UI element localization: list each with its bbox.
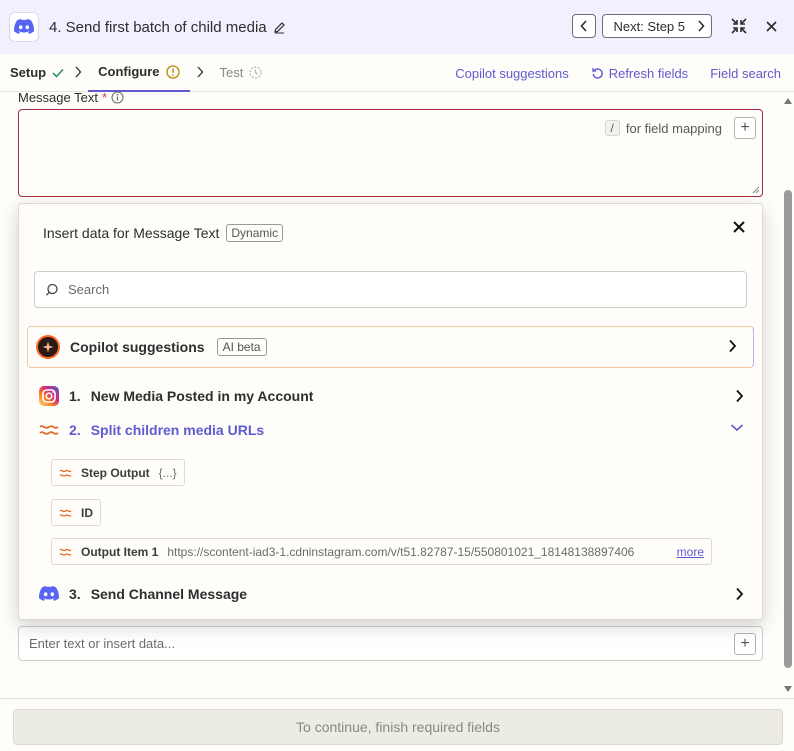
insert-data-popup: Insert data for Message Text Dynamic Sea…: [18, 203, 763, 620]
insert-data-button[interactable]: +: [734, 117, 756, 139]
collapse-icon[interactable]: [726, 13, 752, 39]
chevron-left-icon: [580, 20, 588, 32]
scroll-thumb[interactable]: [784, 190, 792, 668]
formatter-icon: [59, 548, 72, 556]
step-2-name: Split children media URLs: [90, 422, 265, 438]
field-key: Step Output: [81, 465, 150, 480]
tab-setup[interactable]: Setup: [0, 54, 74, 92]
edit-pencil-icon[interactable]: [273, 21, 286, 34]
discord-icon: [9, 12, 39, 42]
tab-configure-label: Configure: [98, 64, 160, 79]
refresh-icon: [592, 67, 603, 79]
field-mapping-hint-text: for field mapping: [625, 120, 722, 136]
info-icon[interactable]: [111, 91, 124, 104]
search-placeholder: Search: [68, 282, 110, 297]
required-marker: *: [101, 90, 108, 105]
message-text-field[interactable]: / for field mapping +: [18, 109, 763, 197]
step-1-number: 1.: [69, 388, 81, 404]
copilot-suggestions-row[interactable]: Copilot suggestions AI beta: [27, 326, 754, 368]
insert-data-button-2[interactable]: +: [734, 633, 756, 655]
more-link[interactable]: more: [677, 545, 704, 559]
copilot-label: Copilot suggestions: [70, 339, 205, 355]
field-search-link[interactable]: Field search: [710, 66, 781, 81]
message-text-label-text: Message Text: [18, 90, 98, 105]
step-2-number: 2.: [69, 422, 81, 438]
tab-test-label: Test: [219, 65, 244, 80]
message-text-label: Message Text *: [18, 90, 124, 105]
chevron-right-icon: [736, 587, 744, 601]
instagram-icon: [39, 386, 59, 406]
popup-title: Insert data for Message Text Dynamic: [43, 224, 284, 242]
previous-step-button[interactable]: [572, 14, 597, 38]
field-pill-step-output[interactable]: Step Output {...}: [51, 459, 185, 486]
step-3-name: Send Channel Message: [90, 586, 248, 602]
formatter-icon: [59, 509, 72, 517]
field-pill-id[interactable]: ID: [51, 499, 101, 526]
formatter-icon: [39, 425, 59, 435]
step-row-2[interactable]: 2. Split children media URLs: [39, 417, 744, 443]
step-tabs: Setup Configure Test Copilot suggestions…: [0, 54, 794, 92]
scroll-down-arrow-icon[interactable]: [784, 686, 792, 692]
ai-beta-badge: AI beta: [216, 338, 267, 356]
step-row-1[interactable]: 1. New Media Posted in my Account: [39, 383, 744, 409]
chevron-down-icon: [730, 424, 744, 432]
field-pill-output-item-1[interactable]: Output Item 1 https://scontent-iad3-1.cd…: [51, 538, 712, 565]
resize-handle-icon[interactable]: [752, 186, 760, 194]
tab-setup-label: Setup: [10, 65, 47, 80]
dynamic-badge: Dynamic: [226, 224, 284, 242]
tab-test[interactable]: Test: [210, 54, 273, 92]
field-mapping-hint: / for field mapping: [604, 120, 722, 136]
copilot-suggestions-link[interactable]: Copilot suggestions: [455, 66, 568, 81]
chevron-right-icon: [74, 65, 82, 81]
step-header: 4. Send first batch of child media Next:…: [0, 0, 794, 54]
formatter-icon: [59, 469, 72, 477]
tab-configure[interactable]: Configure: [88, 54, 190, 92]
continue-button[interactable]: To continue, finish required fields: [13, 709, 783, 745]
text-input-placeholder: Enter text or insert data...: [29, 636, 175, 651]
popup-title-text: Insert data for Message Text: [43, 225, 220, 241]
copilot-sparkle-icon: [36, 335, 60, 359]
field-value: {...}: [158, 465, 177, 480]
text-input-field[interactable]: Enter text or insert data... +: [18, 626, 763, 661]
footer: To continue, finish required fields: [0, 698, 794, 751]
warning-icon: [165, 64, 180, 79]
close-icon[interactable]: [758, 13, 784, 39]
step-3-number: 3.: [69, 586, 81, 602]
search-icon: [45, 283, 58, 296]
refresh-fields-label: Refresh fields: [608, 65, 689, 81]
scroll-up-arrow-icon[interactable]: [784, 98, 792, 104]
chevron-right-icon: [736, 389, 744, 403]
chevron-right-icon: [196, 65, 204, 81]
step-row-3[interactable]: 3. Send Channel Message: [39, 581, 744, 607]
field-key: Output Item 1: [81, 544, 159, 559]
slash-key: /: [604, 120, 620, 136]
next-step-button[interactable]: Next: Step 5: [602, 14, 712, 38]
clock-icon: [249, 66, 262, 79]
step-title: 4. Send first batch of child media: [49, 18, 267, 36]
next-step-label: Next: Step 5: [613, 18, 685, 34]
check-icon: [52, 68, 64, 78]
field-value: https://scontent-iad3-1.cdninstagram.com…: [167, 544, 635, 559]
refresh-fields-link[interactable]: Refresh fields: [591, 66, 688, 81]
discord-icon: [39, 586, 59, 601]
scrollbar[interactable]: [782, 92, 794, 698]
step-1-name: New Media Posted in my Account: [90, 388, 314, 404]
popup-close-icon[interactable]: [728, 216, 750, 238]
field-key: ID: [81, 505, 93, 520]
chevron-right-icon: [698, 20, 705, 32]
search-input[interactable]: Search: [34, 271, 747, 308]
chevron-right-icon: [729, 339, 737, 353]
